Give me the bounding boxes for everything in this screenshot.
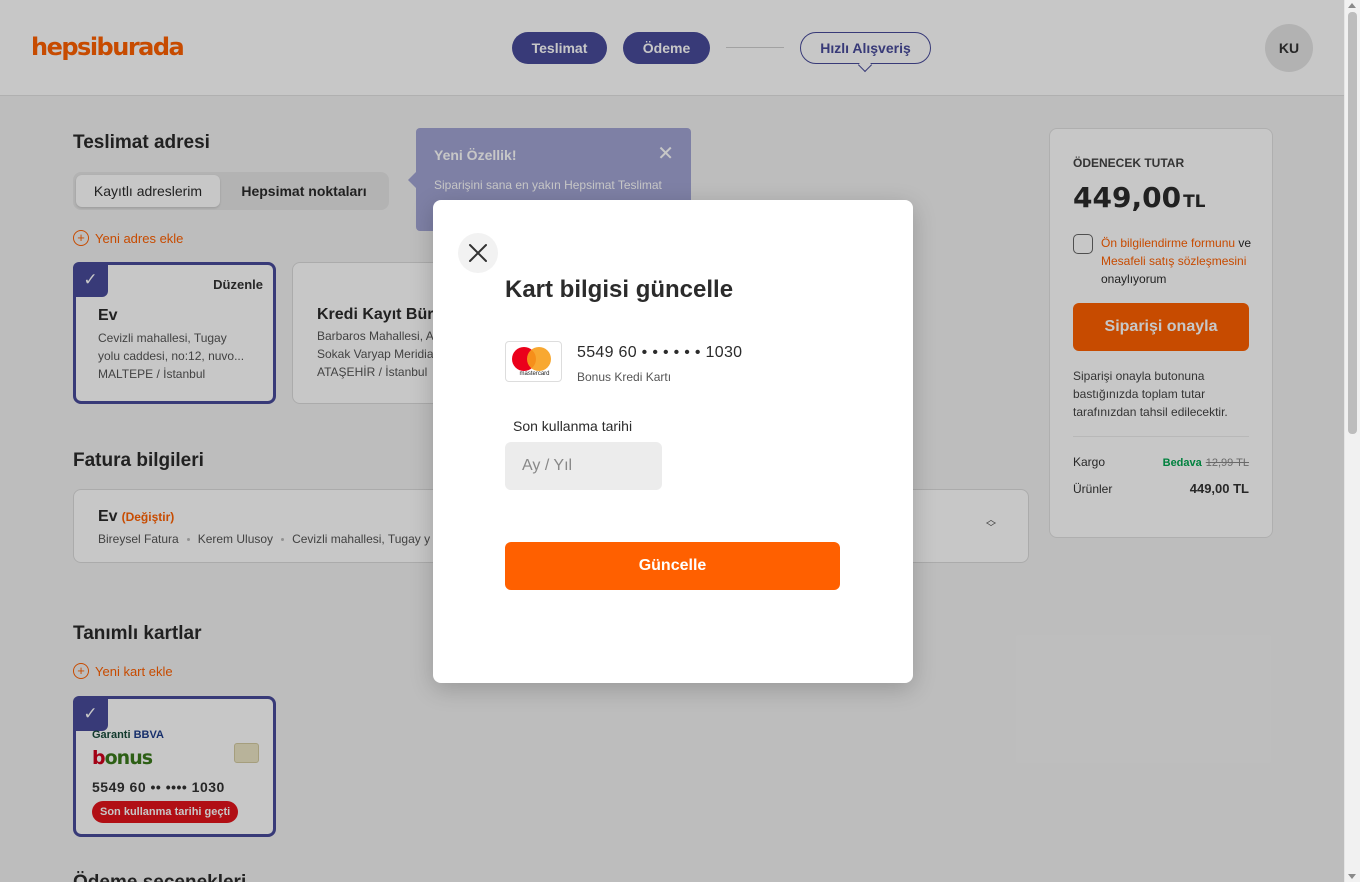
scroll-thumb[interactable] <box>1348 12 1357 434</box>
mastercard-yellow-circle <box>527 347 551 371</box>
expiry-label: Son kullanma tarihi <box>513 418 633 434</box>
modal-card-number: 5549 60 • • • • • • 1030 <box>577 344 743 361</box>
modal-title: Kart bilgisi güncelle <box>505 276 734 303</box>
mastercard-text: mastercard <box>519 371 550 377</box>
update-card-modal: Kart bilgisi güncelle mastercard 5549 60… <box>433 200 913 683</box>
expiry-input[interactable] <box>505 442 662 490</box>
scroll-down-icon[interactable] <box>1348 874 1356 879</box>
page-scrollbar[interactable] <box>1344 0 1360 882</box>
scroll-up-icon[interactable] <box>1348 3 1356 8</box>
mastercard-icon: mastercard <box>505 341 562 382</box>
update-button[interactable]: Güncelle <box>505 542 840 590</box>
close-icon <box>469 244 487 262</box>
modal-close-button[interactable] <box>458 233 498 273</box>
modal-card-type: Bonus Kredi Kartı <box>577 370 672 384</box>
